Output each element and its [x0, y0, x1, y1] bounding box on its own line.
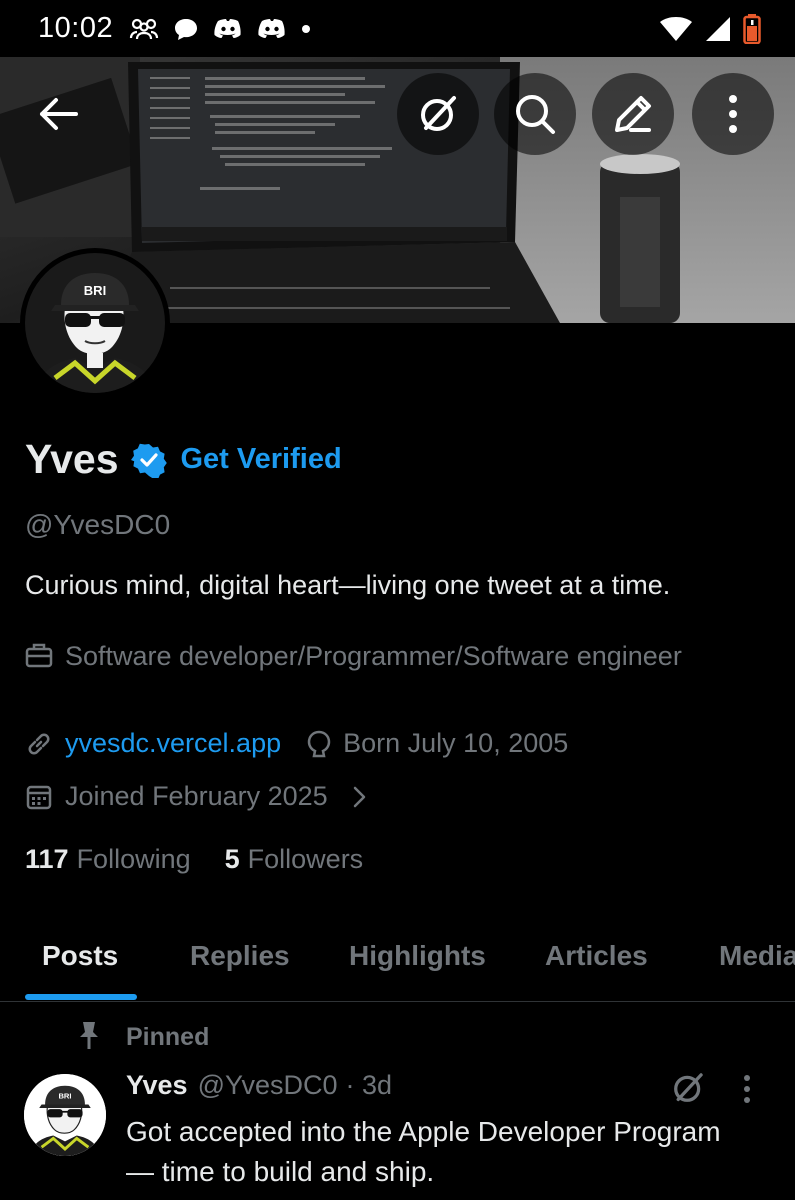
- battery-icon: [743, 13, 761, 44]
- post-grok-button[interactable]: [670, 1070, 706, 1111]
- briefcase-icon: [25, 642, 53, 676]
- status-time: 10:02: [38, 12, 114, 44]
- tab-replies[interactable]: Replies: [190, 940, 290, 972]
- post-more-button[interactable]: [742, 1074, 752, 1109]
- pinned-indicator: Pinned: [76, 1020, 209, 1055]
- display-name: Yves: [25, 436, 119, 482]
- pinned-label: Pinned: [126, 1023, 210, 1051]
- active-tab-indicator: [25, 994, 137, 1000]
- back-button[interactable]: [22, 78, 94, 150]
- profile-handle: @YvesDC0: [25, 509, 171, 540]
- signal-icon: [705, 16, 731, 42]
- edit-icon: [615, 96, 651, 132]
- tab-highlights[interactable]: Highlights: [349, 940, 486, 972]
- birthday-icon: [305, 729, 333, 759]
- following-link[interactable]: 117 Following: [25, 844, 191, 875]
- job-text: Software developer/Programmer/Software e…: [65, 641, 682, 671]
- followers-label: Followers: [247, 844, 364, 874]
- status-icons-left: [129, 17, 311, 41]
- followers-link[interactable]: 5 Followers: [225, 844, 364, 875]
- chat-bubble-icon: [173, 17, 199, 41]
- people-icon: [129, 18, 159, 40]
- discord-icon: [213, 18, 243, 40]
- more-vertical-icon: [729, 95, 737, 133]
- profile-tabs: Posts Replies Highlights Articles Media: [0, 920, 795, 1002]
- following-count: 117: [25, 844, 69, 874]
- link-icon: [25, 730, 53, 758]
- edit-profile-button[interactable]: [592, 73, 674, 155]
- tab-posts[interactable]: Posts: [42, 940, 118, 972]
- verified-badge-icon: [130, 442, 167, 478]
- pin-icon: [76, 1020, 102, 1055]
- search-button[interactable]: [494, 73, 576, 155]
- post-author-handle: @YvesDC0: [197, 1070, 338, 1100]
- grok-icon: [421, 96, 456, 131]
- birthday-text: Born July 10, 2005: [343, 728, 569, 758]
- website-link[interactable]: yvesdc.vercel.app: [65, 728, 281, 759]
- status-icons-right: [659, 13, 761, 44]
- chevron-right-icon: [346, 785, 374, 809]
- joined-text: Joined February 2025: [65, 781, 328, 811]
- avatar-cap-text: BRI: [84, 283, 106, 298]
- follow-counts: 117 Following 5 Followers: [25, 844, 363, 875]
- wifi-icon: [659, 16, 693, 42]
- more-options-button[interactable]: [692, 73, 774, 155]
- profile-bio: Curious mind, digital heart—living one t…: [25, 570, 671, 600]
- following-label: Following: [76, 844, 191, 874]
- grok-button[interactable]: [397, 73, 479, 155]
- name-row: Yves Get Verified: [25, 436, 342, 483]
- post-header: Yves @YvesDC0 · 3d: [126, 1070, 392, 1101]
- profile-joined-row[interactable]: Joined February 2025: [25, 781, 374, 812]
- tab-articles[interactable]: Articles: [545, 940, 648, 972]
- get-verified-link[interactable]: Get Verified: [181, 443, 342, 476]
- more-vertical-icon: [744, 1075, 750, 1103]
- post-avatar-image: BRI: [24, 1074, 106, 1156]
- dot-icon: [301, 24, 311, 34]
- post-timestamp: · 3d: [345, 1070, 393, 1100]
- profile-avatar[interactable]: BRI: [20, 248, 170, 398]
- followers-count: 5: [224, 844, 240, 874]
- avatar-image: BRI: [25, 253, 165, 393]
- post-avatar-cap-text: BRI: [58, 1092, 71, 1101]
- profile-job: Software developer/Programmer/Software e…: [25, 636, 705, 676]
- tab-media[interactable]: Media: [719, 940, 795, 972]
- status-bar: 10:02: [0, 0, 795, 57]
- post-text: Got accepted into the Apple Developer Pr…: [126, 1116, 721, 1187]
- calendar-icon: [25, 784, 53, 810]
- grok-icon: [674, 1073, 703, 1102]
- search-icon: [516, 95, 555, 134]
- profile-link-row: yvesdc.vercel.app Born July 10, 2005: [25, 728, 568, 759]
- post-author-avatar[interactable]: BRI: [24, 1074, 106, 1156]
- back-arrow-icon: [40, 98, 78, 130]
- post-author-name[interactable]: Yves: [126, 1070, 188, 1101]
- discord-icon: [257, 18, 287, 40]
